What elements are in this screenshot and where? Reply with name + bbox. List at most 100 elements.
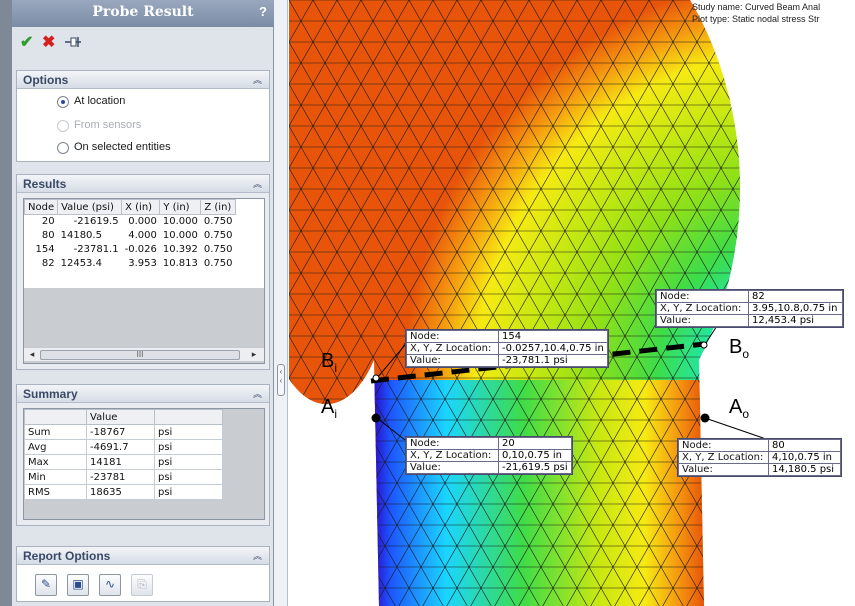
radio-icon — [57, 120, 69, 132]
cell-node: 82 — [41, 258, 55, 269]
radio-label: From sensors — [74, 119, 142, 131]
scroll-left-icon[interactable]: ◂ — [26, 349, 38, 360]
cell-value: -23781 — [86, 469, 155, 485]
pushpin-icon[interactable] — [64, 35, 82, 54]
scroll-right-icon[interactable]: ▸ — [248, 349, 260, 360]
collapse-icon[interactable]: ︽ — [253, 177, 262, 190]
probe-node-label: Node: — [406, 437, 499, 450]
col-header-x[interactable]: X (in) — [121, 199, 161, 215]
probe-stress-value: -23,781.1 psi — [498, 354, 608, 367]
options-header[interactable]: Options ︽ — [17, 71, 269, 89]
probe-label-node-80[interactable]: Node: 80 X, Y, Z Location: 4,10,0.75 in Va… — [677, 438, 842, 477]
cell-value: -23781.1 — [73, 244, 119, 255]
cell-z: 0.750 — [203, 258, 233, 269]
confirm-toolbar: ✔ ✖ — [12, 31, 274, 57]
cell-value: 14181 — [86, 454, 155, 470]
close-icon[interactable]: ✖ — [42, 34, 55, 52]
options-title: Options — [23, 73, 69, 87]
cell-y: 10.813 — [162, 258, 198, 269]
cell-value: 18635 — [86, 484, 155, 500]
plot-graph-icon[interactable]: ∿ — [99, 574, 121, 596]
radio-label: On selected entities — [74, 141, 171, 153]
cell-unit: psi — [154, 424, 223, 440]
table-row: Sum -18767 psi — [24, 424, 223, 440]
collapse-icon[interactable]: ︽ — [253, 73, 262, 86]
panel-title: Probe Result — [92, 4, 194, 20]
left-window-edge — [0, 0, 12, 606]
table-row: Avg -4691.7 psi — [24, 439, 223, 455]
cell-x: 3.953 — [128, 258, 157, 269]
summary-section: Summary ︽ Value Sum -18767 psi Avg -4691… — [16, 384, 270, 526]
cell-y: 10.000 — [162, 216, 198, 228]
cell-name: Max — [24, 454, 87, 470]
col-header-value[interactable]: Value (psi) — [57, 199, 123, 215]
point-label-b-outer: Bo — [729, 336, 750, 361]
probe-value-label: Value: — [656, 314, 749, 327]
results-table: Node Value (psi) X (in) Y (in) Z (in) 20… — [24, 199, 236, 271]
summary-grid[interactable]: Value Sum -18767 psi Avg -4691.7 psi Max… — [23, 408, 265, 520]
cell-unit: psi — [154, 439, 223, 455]
table-row[interactable]: 154 -23781.1 -0.026 10.392 0.750 — [25, 243, 236, 257]
col-header-value[interactable]: Value — [86, 409, 155, 425]
report-options-header[interactable]: Report Options ︽ — [17, 547, 269, 565]
cell-y: 10.000 — [162, 230, 198, 241]
study-name-label: Study name: Curved Beam Anal — [692, 2, 821, 12]
probe-label-node-20[interactable]: Node: 20 X, Y, Z Location: 0,10,0.75 in Va… — [405, 436, 573, 475]
col-header-y[interactable]: Y (in) — [159, 199, 202, 215]
scroll-thumb[interactable]: III — [40, 350, 240, 360]
panel-splitter[interactable]: ‹ ‹ — [274, 0, 288, 606]
check-icon[interactable]: ✔ — [20, 34, 33, 52]
help-icon[interactable]: ? — [259, 4, 267, 19]
probe-location-value: 0,10,0.75 in — [498, 449, 572, 462]
radio-label: At location — [74, 95, 126, 107]
probe-location-label: X, Y, Z Location: — [406, 342, 499, 355]
probe-location-label: X, Y, Z Location: — [656, 302, 749, 315]
cell-z: 0.750 — [203, 230, 233, 241]
cell-value: 12453.4 — [60, 258, 102, 269]
collapse-icon[interactable]: ︽ — [253, 549, 262, 562]
point-label-a-outer: Ao — [729, 396, 750, 421]
probe-value-label: Value: — [406, 354, 499, 367]
cell-node: 20 — [41, 216, 55, 228]
probe-location-label: X, Y, Z Location: — [678, 451, 769, 464]
cell-x: 0.000 — [128, 216, 157, 228]
report-options-title: Report Options — [23, 549, 111, 563]
plot-type-label: Plot type: Static nodal stress Str — [692, 14, 820, 24]
probe-label-node-82[interactable]: Node: 82 X, Y, Z Location: 3.95,10.8,0.75 … — [655, 289, 844, 328]
summary-header[interactable]: Summary ︽ — [17, 385, 269, 403]
point-label-b-inner: Bi — [321, 350, 338, 375]
radio-icon — [57, 142, 69, 154]
cell-unit: psi — [154, 454, 223, 470]
cell-value: -4691.7 — [86, 439, 155, 455]
summary-corner — [24, 409, 87, 425]
probe-node-label: Node: — [678, 439, 769, 452]
table-row[interactable]: 82 12453.4 3.953 10.813 0.750 — [25, 257, 236, 271]
results-header[interactable]: Results ︽ — [17, 175, 269, 193]
table-row[interactable]: 80 14180.5 4.000 10.000 0.750 — [25, 229, 236, 243]
splitter-grip-icon[interactable]: ‹ ‹ — [277, 364, 285, 396]
cell-x: 4.000 — [128, 230, 157, 241]
cell-name: Avg — [24, 439, 87, 455]
probe-node-label: Node: — [656, 290, 749, 303]
cell-value: -21619.5 — [73, 216, 119, 228]
results-grid[interactable]: Node Value (psi) X (in) Y (in) Z (in) 20… — [23, 198, 265, 364]
save-icon[interactable]: ▣ — [67, 574, 89, 596]
stress-plot-viewport[interactable]: Study name: Curved Beam Anal Plot type: … — [289, 0, 855, 606]
probe-result-panel: Probe Result ? ✔ ✖ Options ︽ At location… — [12, 0, 274, 606]
point-label-a-inner: Ai — [321, 396, 338, 421]
horizontal-scrollbar[interactable]: ◂ III ▸ — [24, 347, 264, 361]
table-row[interactable]: 20 -21619.5 0.000 10.000 0.750 — [25, 215, 236, 229]
probe-value-label: Value: — [678, 463, 769, 476]
probe-location-value: 4,10,0.75 in — [768, 451, 841, 464]
probe-stress-value: -21,619.5 psi — [498, 461, 572, 474]
define-function-icon[interactable]: ✎ — [35, 574, 57, 596]
table-row: Max 14181 psi — [24, 454, 223, 470]
collapse-icon[interactable]: ︽ — [253, 387, 262, 400]
col-header-z[interactable]: Z (in) — [200, 199, 236, 215]
cell-z: 0.750 — [203, 216, 233, 228]
cell-unit: psi — [154, 484, 223, 500]
probe-location-value: 3.95,10.8,0.75 in — [748, 302, 843, 315]
probe-label-node-154[interactable]: Node: 154 X, Y, Z Location: -0.0257,10.4,0… — [405, 329, 609, 368]
col-header-node[interactable]: Node — [24, 199, 59, 215]
report-options-section: Report Options ︽ ✎ ▣ ∿ ⎘ — [16, 546, 270, 602]
